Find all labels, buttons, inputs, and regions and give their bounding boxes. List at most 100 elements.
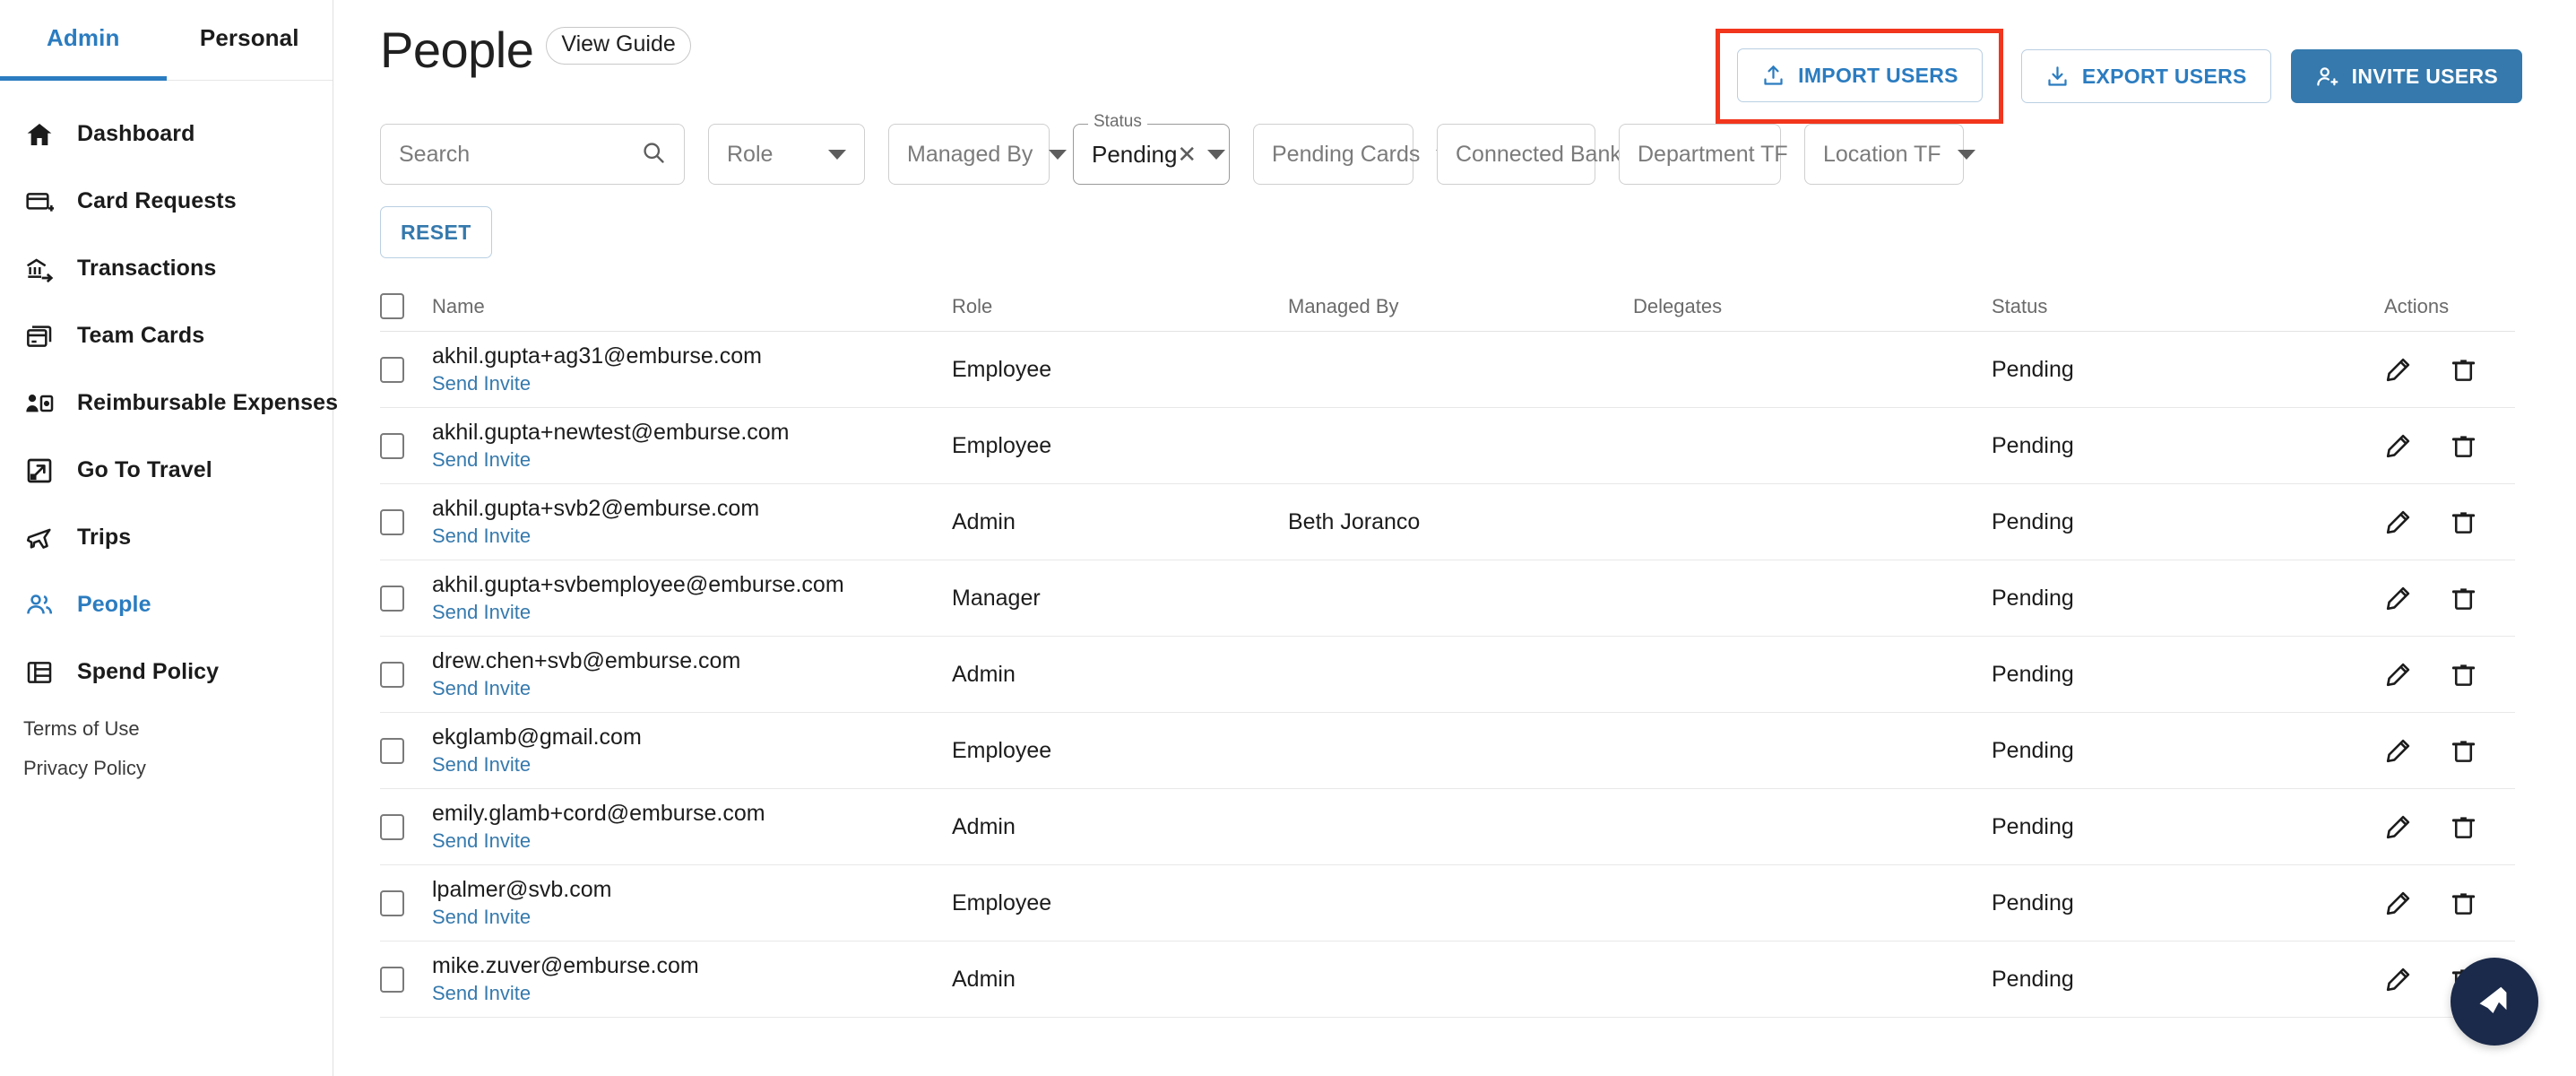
department-tf-filter-dropdown[interactable]: Department TF: [1619, 124, 1822, 185]
row-checkbox[interactable]: [380, 966, 404, 993]
connected-bank-filter-label: Connected Bank: [1456, 141, 1621, 167]
delete-user-button[interactable]: [2450, 661, 2477, 689]
tab-admin[interactable]: Admin: [0, 0, 167, 81]
user-role-cell: Employee: [952, 433, 1288, 459]
row-checkbox[interactable]: [380, 661, 404, 688]
reset-filters-button[interactable]: RESET: [380, 206, 492, 258]
delete-user-button[interactable]: [2450, 356, 2477, 384]
header-actions: IMPORT USERS EXPORT USERS INVITE USERS: [1716, 25, 2522, 124]
sidebar-item-people[interactable]: People: [0, 571, 333, 638]
edit-user-button[interactable]: [2384, 737, 2412, 765]
clear-status-filter-icon[interactable]: ✕: [1177, 143, 1197, 166]
edit-user-button[interactable]: [2384, 508, 2412, 536]
row-checkbox[interactable]: [380, 813, 404, 840]
edit-user-button[interactable]: [2384, 966, 2412, 994]
export-users-button[interactable]: EXPORT USERS: [2020, 49, 2271, 103]
sidebar-item-transactions[interactable]: Transactions: [0, 235, 333, 302]
delete-user-button[interactable]: [2450, 585, 2477, 612]
user-email: lpalmer@svb.com: [432, 877, 612, 903]
send-invite-link[interactable]: Send Invite: [432, 525, 759, 547]
row-checkbox[interactable]: [380, 432, 404, 459]
user-status-cell: Pending: [1992, 433, 2350, 459]
edit-user-button[interactable]: [2384, 813, 2412, 841]
edit-user-button[interactable]: [2384, 432, 2412, 460]
table-row[interactable]: emily.glamb+cord@emburse.com Send Invite A…: [380, 789, 2515, 865]
edit-user-button[interactable]: [2384, 356, 2412, 384]
table-row[interactable]: lpalmer@svb.com Send Invite Employee Pendin…: [380, 865, 2515, 941]
delete-user-button[interactable]: [2450, 737, 2477, 765]
send-invite-link[interactable]: Send Invite: [432, 677, 740, 699]
send-invite-link[interactable]: Send Invite: [432, 372, 762, 395]
user-name-cell: akhil.gupta+svb2@emburse.com Send Invite: [432, 496, 952, 547]
privacy-policy-link[interactable]: Privacy Policy: [23, 757, 146, 780]
terms-of-use-link[interactable]: Terms of Use: [23, 717, 146, 741]
department-tf-filter-label: Department TF: [1638, 141, 1788, 167]
sidebar-item-trips[interactable]: Trips: [0, 504, 333, 571]
edit-user-button[interactable]: [2384, 889, 2412, 917]
row-checkbox[interactable]: [380, 737, 404, 764]
table-row[interactable]: akhil.gupta+svbemployee@emburse.com Send …: [380, 560, 2515, 637]
delete-user-button[interactable]: [2450, 813, 2477, 841]
export-users-label: EXPORT USERS: [2081, 64, 2247, 88]
row-checkbox[interactable]: [380, 356, 404, 383]
send-invite-link[interactable]: Send Invite: [432, 982, 699, 1004]
sidebar-item-spend-policy[interactable]: Spend Policy: [0, 638, 333, 706]
location-tf-filter-dropdown[interactable]: Location TF: [1804, 124, 1975, 185]
pending-cards-filter-dropdown[interactable]: Pending Cards: [1253, 124, 1455, 185]
import-users-button[interactable]: IMPORT USERS: [1737, 48, 1983, 102]
delete-user-button[interactable]: [2450, 508, 2477, 536]
people-table: Name Role Managed By Delegates Status Ac…: [360, 282, 2522, 1018]
row-checkbox[interactable]: [380, 585, 404, 612]
sidebar-item-dashboard[interactable]: Dashboard: [0, 100, 333, 168]
table-row[interactable]: akhil.gupta+ag31@emburse.com Send Invite E…: [380, 332, 2515, 408]
app-root: Admin Personal Dashboard Card Requests T…: [0, 0, 2576, 1076]
table-row[interactable]: akhil.gupta+svb2@emburse.com Send Invite A…: [380, 484, 2515, 560]
connected-bank-filter-dropdown[interactable]: Connected Bank: [1437, 124, 1655, 185]
send-invite-link[interactable]: Send Invite: [432, 601, 844, 623]
search-input[interactable]: Search: [380, 124, 685, 185]
download-icon: [2045, 65, 2070, 89]
table-row[interactable]: akhil.gupta+newtest@emburse.com Send Invi…: [380, 408, 2515, 484]
edit-user-button[interactable]: [2384, 585, 2412, 612]
status-filter-dropdown[interactable]: Status Pending ✕: [1073, 113, 1230, 185]
send-invite-link[interactable]: Send Invite: [432, 448, 790, 471]
view-guide-button[interactable]: View Guide: [546, 27, 691, 65]
table-row[interactable]: drew.chen+svb@emburse.com Send Invite Admi…: [380, 637, 2515, 713]
user-role-cell: Employee: [952, 738, 1288, 764]
edit-pencil-icon: [2384, 508, 2412, 536]
sidebar-item-team-cards[interactable]: Team Cards: [0, 302, 333, 369]
send-invite-link[interactable]: Send Invite: [432, 906, 611, 928]
send-invite-link[interactable]: Send Invite: [432, 753, 642, 776]
invite-users-button[interactable]: INVITE USERS: [2290, 49, 2522, 103]
chat-support-button[interactable]: [2451, 958, 2538, 1046]
tab-personal[interactable]: Personal: [167, 0, 333, 80]
import-users-label: IMPORT USERS: [1798, 63, 1958, 87]
user-email: akhil.gupta+svbemployee@emburse.com: [432, 572, 844, 598]
row-select-cell: [380, 356, 432, 383]
row-checkbox[interactable]: [380, 508, 404, 535]
table-row[interactable]: ekglamb@gmail.com Send Invite Employee Pend…: [380, 713, 2515, 789]
people-icon: [23, 589, 56, 621]
user-status-cell: Pending: [1992, 967, 2350, 993]
user-status-cell: Pending: [1992, 890, 2350, 916]
sidebar-item-reimbursable-expenses[interactable]: Reimbursable Expenses: [0, 369, 338, 437]
delete-user-button[interactable]: [2450, 889, 2477, 917]
user-role-cell: Admin: [952, 967, 1288, 993]
role-filter-dropdown[interactable]: Role: [708, 124, 865, 185]
delete-user-button[interactable]: [2450, 432, 2477, 460]
select-all-checkbox[interactable]: [380, 293, 404, 319]
chevron-down-icon: [828, 149, 846, 160]
status-badge: Pending: [1992, 356, 2074, 382]
chevron-down-icon: [1957, 149, 1975, 160]
edit-user-button[interactable]: [2384, 661, 2412, 689]
edit-pencil-icon: [2384, 432, 2412, 460]
row-checkbox[interactable]: [380, 889, 404, 916]
table-row[interactable]: mike.zuver@emburse.com Send Invite Admin Pe…: [380, 941, 2515, 1018]
managed-by-filter-dropdown[interactable]: Managed By: [888, 124, 1068, 185]
sidebar-item-go-to-travel[interactable]: Go To Travel: [0, 437, 333, 504]
external-link-icon: [23, 455, 56, 487]
user-email: emily.glamb+cord@emburse.com: [432, 801, 765, 827]
edit-pencil-icon: [2384, 356, 2412, 384]
send-invite-link[interactable]: Send Invite: [432, 829, 765, 852]
sidebar-item-card-requests[interactable]: Card Requests: [0, 168, 333, 235]
